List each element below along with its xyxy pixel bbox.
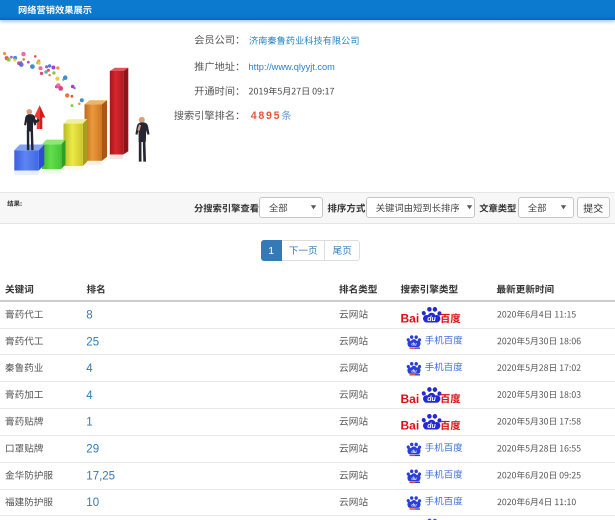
svg-text:4: 4 [86,390,93,402]
svg-text:http://www.qlyyjt.com: http://www.qlyyjt.com [249,62,336,72]
svg-text:du: du [411,368,417,373]
svg-text:Bai: Bai [401,312,420,326]
svg-text:10: 10 [86,497,99,509]
svg-text:1: 1 [268,245,274,257]
svg-text:4895: 4895 [251,110,281,122]
svg-text:du: du [411,476,417,481]
svg-text:25: 25 [86,336,99,348]
svg-text:4: 4 [86,363,93,375]
svg-text:Bai: Bai [401,419,420,433]
svg-text:du: du [427,423,436,430]
svg-text:29: 29 [86,444,99,456]
svg-text:du: du [427,316,436,323]
svg-text:du: du [411,342,417,347]
svg-text:du: du [411,503,417,508]
svg-text:Bai: Bai [401,392,420,406]
svg-text:8: 8 [86,310,92,322]
svg-text:17,25: 17,25 [86,471,115,483]
svg-text:du: du [411,449,417,454]
svg-text:1: 1 [86,417,92,429]
svg-text:du: du [427,396,436,403]
